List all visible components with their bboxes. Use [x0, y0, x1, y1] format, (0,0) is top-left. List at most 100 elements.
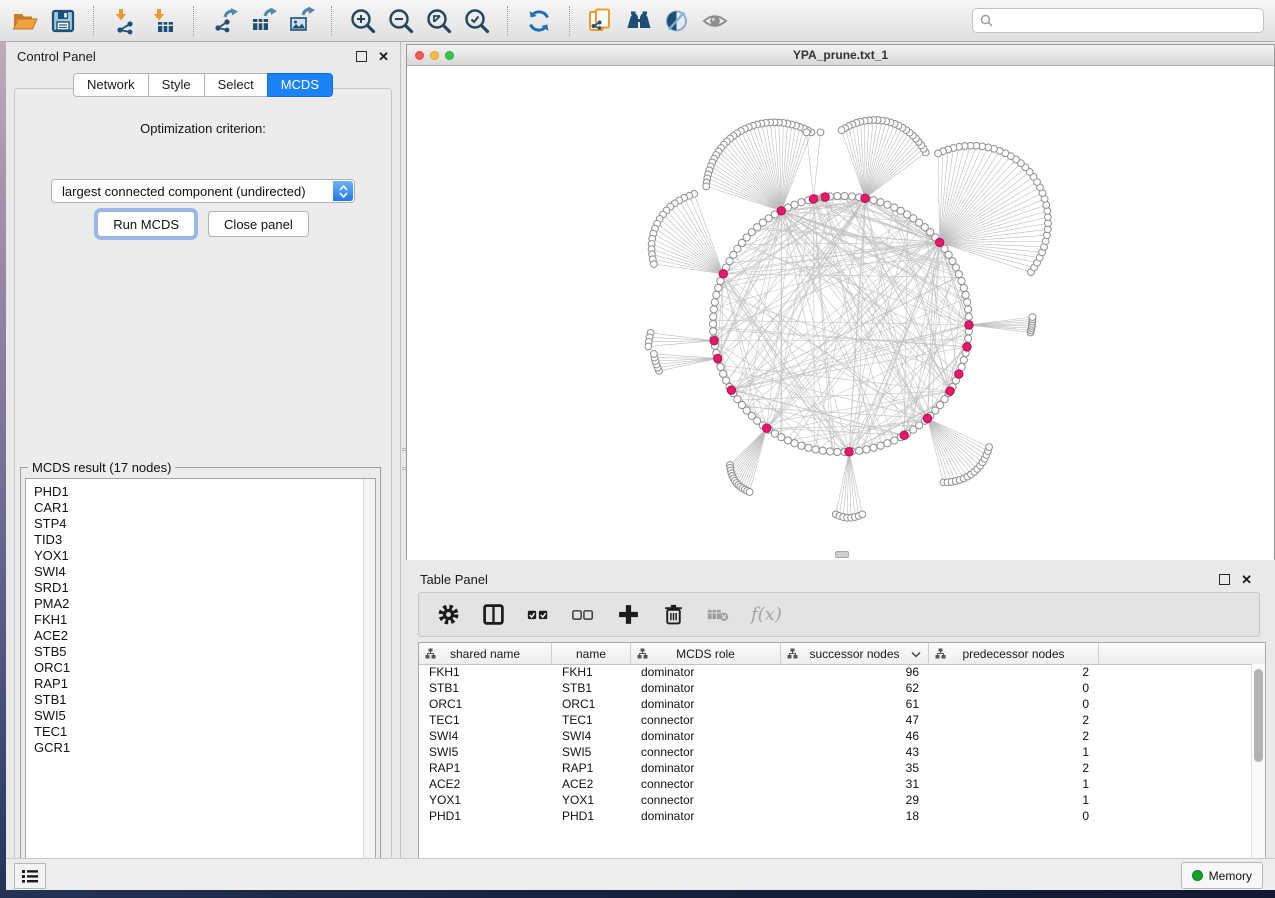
cell-shared-name[interactable]: SWI4	[419, 729, 552, 743]
cell-name[interactable]: FKH1	[552, 665, 631, 679]
mcds-list-item[interactable]: YOX1	[34, 548, 375, 564]
cell-predecessor-nodes[interactable]: 0	[929, 681, 1099, 695]
cell-predecessor-nodes[interactable]: 0	[929, 697, 1099, 711]
export-table-icon[interactable]	[246, 5, 280, 37]
column-header-shared-name[interactable]: shared name	[419, 643, 552, 664]
tab-select[interactable]: Select	[204, 73, 267, 97]
zoom-fit-icon[interactable]	[422, 5, 456, 37]
mcds-result-list[interactable]: PHD1CAR1STP4TID3YOX1SWI4SRD1PMA2FKH1ACE2…	[25, 478, 376, 863]
show-columns-icon[interactable]	[481, 603, 505, 627]
mcds-list-item[interactable]: FKH1	[34, 612, 375, 628]
cell-successor-nodes[interactable]: 29	[781, 793, 929, 807]
canvas-splitter-handle[interactable]	[835, 551, 849, 558]
mcds-list-item[interactable]: GCR1	[34, 740, 375, 756]
clone-network-icon[interactable]	[584, 5, 618, 37]
memory-button[interactable]: Memory	[1181, 862, 1263, 889]
cell-shared-name[interactable]: PHD1	[419, 809, 552, 823]
table-row[interactable]: SWI4SWI4dominator462	[419, 728, 1252, 744]
cell-shared-name[interactable]: SWI5	[419, 745, 552, 759]
tab-network[interactable]: Network	[73, 73, 148, 97]
mcds-list-item[interactable]: STB1	[34, 692, 375, 708]
cell-shared-name[interactable]: FKH1	[419, 665, 552, 679]
cell-name[interactable]: RAP1	[552, 761, 631, 775]
cell-shared-name[interactable]: ACE2	[419, 777, 552, 791]
toggle-graphics-details-icon[interactable]	[660, 5, 694, 37]
table-row[interactable]: SWI5SWI5connector431	[419, 744, 1252, 760]
float-panel-icon[interactable]	[356, 51, 367, 62]
cell-shared-name[interactable]: TEC1	[419, 713, 552, 727]
export-network-icon[interactable]	[208, 5, 242, 37]
mcds-list-item[interactable]: PHD1	[34, 484, 375, 500]
cell-successor-nodes[interactable]: 35	[781, 761, 929, 775]
run-mcds-button[interactable]: Run MCDS	[97, 211, 195, 237]
mcds-list-item[interactable]: RAP1	[34, 676, 375, 692]
cell-MCDS-role[interactable]: dominator	[631, 697, 781, 711]
close-panel-button[interactable]: Close panel	[208, 211, 309, 237]
mcds-list-item[interactable]: ORC1	[34, 660, 375, 676]
cell-MCDS-role[interactable]: dominator	[631, 809, 781, 823]
cell-successor-nodes[interactable]: 43	[781, 745, 929, 759]
cell-name[interactable]: YOX1	[552, 793, 631, 807]
float-table-panel-icon[interactable]	[1219, 574, 1230, 585]
open-session-icon[interactable]	[8, 5, 42, 37]
cell-successor-nodes[interactable]: 62	[781, 681, 929, 695]
select-all-checkboxes-icon[interactable]	[526, 603, 550, 627]
cell-shared-name[interactable]: YOX1	[419, 793, 552, 807]
cell-shared-name[interactable]: RAP1	[419, 761, 552, 775]
cell-predecessor-nodes[interactable]: 0	[929, 809, 1099, 823]
import-table-icon[interactable]	[146, 5, 180, 37]
zoom-in-icon[interactable]	[346, 5, 380, 37]
mcds-list-item[interactable]: TEC1	[34, 724, 375, 740]
close-table-panel-icon[interactable]: ✕	[1241, 573, 1252, 586]
cell-MCDS-role[interactable]: connector	[631, 745, 781, 759]
table-row[interactable]: ACE2ACE2connector311	[419, 776, 1252, 792]
table-settings-gear-icon[interactable]	[436, 603, 460, 627]
tab-style[interactable]: Style	[148, 73, 204, 97]
zoom-selected-icon[interactable]	[460, 5, 494, 37]
save-session-icon[interactable]	[46, 5, 80, 37]
dropdown-stepper-icon[interactable]	[333, 181, 353, 201]
network-canvas[interactable]	[407, 66, 1274, 560]
mcds-list-item[interactable]: SWI4	[34, 564, 375, 580]
table-scrollbar[interactable]	[1251, 664, 1265, 863]
cell-MCDS-role[interactable]: connector	[631, 793, 781, 807]
cell-name[interactable]: STB1	[552, 681, 631, 695]
cell-MCDS-role[interactable]: dominator	[631, 681, 781, 695]
network-graph[interactable]	[407, 66, 1274, 560]
zoom-out-icon[interactable]	[384, 5, 418, 37]
mcds-list-item[interactable]: TID3	[34, 532, 375, 548]
cell-shared-name[interactable]: STB1	[419, 681, 552, 695]
cell-MCDS-role[interactable]: dominator	[631, 665, 781, 679]
cell-name[interactable]: SWI4	[552, 729, 631, 743]
global-search[interactable]	[972, 8, 1264, 33]
delete-column-icon[interactable]	[661, 603, 685, 627]
mcds-list-item[interactable]: PMA2	[34, 596, 375, 612]
export-image-icon[interactable]	[284, 5, 318, 37]
mcds-list-item[interactable]: STB5	[34, 644, 375, 660]
table-row[interactable]: YOX1YOX1connector291	[419, 792, 1252, 808]
mcds-list-item[interactable]: CAR1	[34, 500, 375, 516]
table-row[interactable]: TEC1TEC1connector472	[419, 712, 1252, 728]
refresh-icon[interactable]	[522, 5, 556, 37]
show-hide-annotations-icon[interactable]	[698, 5, 732, 37]
table-row[interactable]: ORC1ORC1dominator610	[419, 696, 1252, 712]
cell-shared-name[interactable]: ORC1	[419, 697, 552, 711]
cell-MCDS-role[interactable]: connector	[631, 713, 781, 727]
table-row[interactable]: RAP1RAP1dominator352	[419, 760, 1252, 776]
cell-MCDS-role[interactable]: dominator	[631, 761, 781, 775]
cell-successor-nodes[interactable]: 31	[781, 777, 929, 791]
column-header-successor-nodes[interactable]: successor nodes	[781, 643, 929, 664]
table-row[interactable]: FKH1FKH1dominator962	[419, 664, 1252, 680]
cell-MCDS-role[interactable]: dominator	[631, 729, 781, 743]
add-column-icon[interactable]	[616, 603, 640, 627]
ui-settings-button[interactable]	[14, 863, 46, 889]
mcds-list-item[interactable]: SRD1	[34, 580, 375, 596]
mcds-list-item[interactable]: ACE2	[34, 628, 375, 644]
table-row[interactable]: STB1STB1dominator620	[419, 680, 1252, 696]
result-list-scrollbar[interactable]	[363, 479, 375, 862]
close-panel-icon[interactable]: ✕	[378, 50, 389, 63]
tab-mcds[interactable]: MCDS	[267, 73, 333, 97]
cell-name[interactable]: ACE2	[552, 777, 631, 791]
window-minimize-icon[interactable]	[430, 51, 439, 60]
mcds-list-item[interactable]: STP4	[34, 516, 375, 532]
